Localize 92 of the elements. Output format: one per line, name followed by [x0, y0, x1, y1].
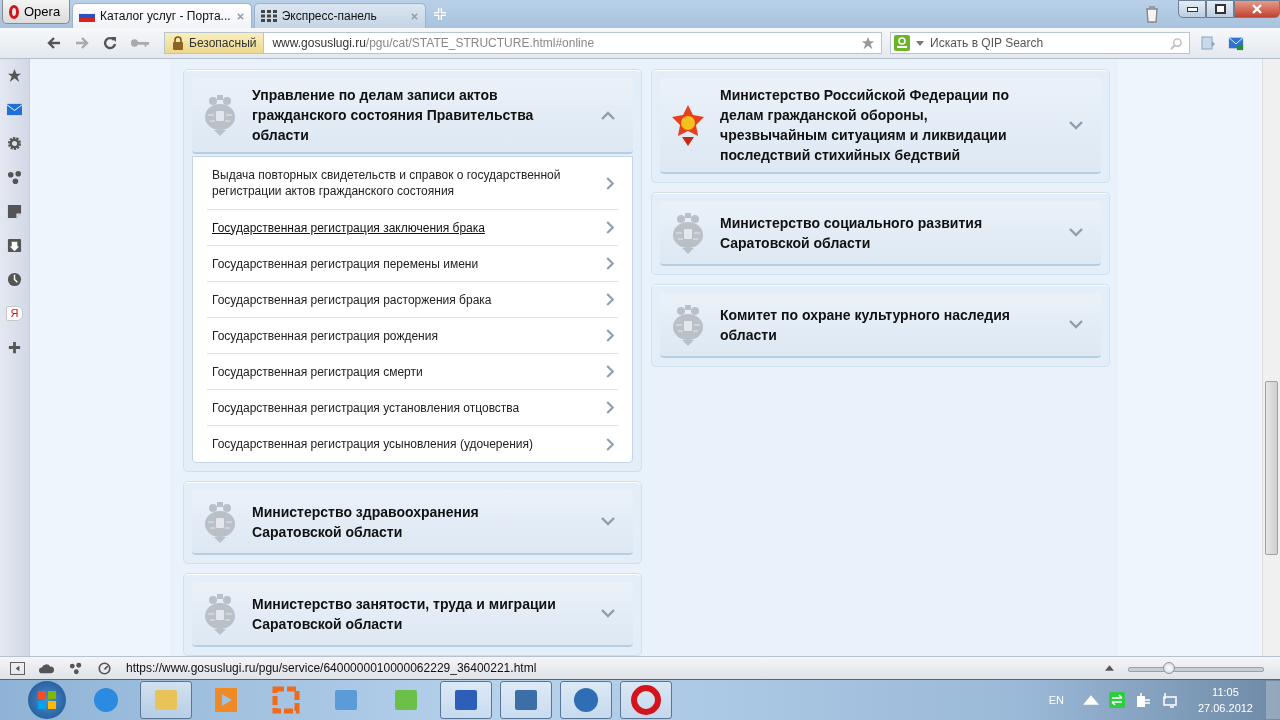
download-icon[interactable] — [7, 238, 22, 253]
taskbar-app[interactable] — [140, 681, 192, 719]
monitor-icon[interactable] — [1160, 692, 1177, 708]
zoom-slider-thumb[interactable] — [1162, 662, 1175, 674]
propeller-icon[interactable] — [68, 661, 83, 675]
trash-icon[interactable] — [1144, 5, 1160, 23]
propeller-icon[interactable] — [7, 170, 22, 185]
chevron-right-icon[interactable] — [606, 329, 614, 342]
taskbar-app[interactable] — [560, 681, 612, 719]
star-icon[interactable] — [861, 36, 875, 50]
squares-icon — [271, 685, 301, 715]
start-button[interactable] — [28, 681, 66, 719]
service-link[interactable]: Выдача повторных свидетельств и справок о государственной регистрации актов гражданского состояния — [212, 167, 576, 199]
chevron-down-icon[interactable] — [601, 517, 615, 526]
settings-icon[interactable] — [7, 136, 22, 151]
back-arrow-icon[interactable] — [46, 35, 62, 51]
flag-icon — [79, 10, 95, 22]
plus-icon[interactable] — [7, 340, 22, 355]
service-link[interactable]: Государственная регистрация расторжения брака — [212, 291, 576, 308]
opera-menu-button[interactable]: Opera — [2, 0, 70, 24]
browser-tab[interactable]: Каталог услуг - Порта... — [72, 3, 252, 28]
close-icon[interactable] — [409, 11, 419, 21]
o-ring-icon — [631, 685, 661, 715]
network-arrows-icon[interactable] — [1108, 692, 1125, 708]
department-header[interactable]: Министерство Российской Федерации по делам гражданской обороны, чрезвычайным ситуациям и ликвидации последствий стихийных бедствий — [660, 78, 1101, 174]
chevron-right-icon[interactable] — [606, 365, 614, 378]
service-link[interactable]: Государственная регистрация усыновления (удочерения) — [212, 436, 576, 452]
status-url: https://www.gosuslugi.ru/pgu/service/6400000010000062229_36400221.html — [126, 661, 538, 675]
star-icon[interactable] — [7, 68, 22, 83]
page-icon[interactable] — [1200, 35, 1216, 51]
department-title: Комитет по охране культурного наследия области — [720, 305, 1011, 345]
show-desktop-button[interactable] — [1265, 681, 1280, 719]
department-header[interactable]: Комитет по охране культурного наследия области — [660, 293, 1101, 358]
close-icon — [1251, 4, 1263, 14]
chevron-right-icon[interactable] — [606, 257, 614, 270]
department-header[interactable]: Министерство занятости, труда и миграции Саратовской области — [192, 582, 633, 647]
department-header[interactable]: Министерство социального развития Саратовской области — [660, 201, 1101, 266]
minimize-button[interactable] — [1178, 0, 1206, 18]
scrollbar[interactable] — [1262, 59, 1280, 656]
taskbar-app[interactable] — [440, 681, 492, 719]
mail-icon[interactable] — [1228, 35, 1244, 51]
reload-icon[interactable] — [102, 35, 118, 51]
service-link[interactable]: Государственная регистрация рождения — [212, 327, 576, 344]
service-link[interactable]: Государственная регистрация установления отцовства — [212, 399, 576, 416]
close-icon[interactable] — [235, 11, 245, 21]
service-link[interactable]: Государственная регистрация перемены имени — [212, 255, 576, 272]
panel-toggle-icon[interactable] — [10, 661, 25, 675]
chevron-right-icon[interactable] — [606, 293, 614, 306]
grid-icon — [260, 10, 277, 22]
department-title: Министерство здравоохранения Саратовской области — [252, 502, 480, 542]
search-field[interactable]: Искать в QIP Search — [890, 32, 1190, 54]
speedometer-icon[interactable] — [97, 661, 112, 675]
chevron-up-icon[interactable] — [601, 110, 615, 120]
key-icon[interactable] — [130, 37, 150, 49]
search-icon[interactable] — [1170, 36, 1183, 50]
chevron-right-icon[interactable] — [606, 437, 614, 451]
restore-button[interactable] — [1206, 0, 1234, 18]
department-header[interactable]: Министерство здравоохранения Саратовской области — [192, 490, 633, 555]
zoom-slider[interactable] — [1128, 661, 1264, 675]
scrollbar-thumb[interactable] — [1265, 381, 1278, 555]
taskbar-app[interactable] — [500, 681, 552, 719]
qip-logo-icon — [894, 35, 910, 51]
service-link[interactable]: Государственная регистрация заключения брака — [212, 219, 576, 236]
chevron-right-icon[interactable] — [606, 221, 614, 234]
chevron-right-icon[interactable] — [606, 401, 614, 414]
department-header[interactable]: Управление по делам записи актов гражданского состояния Правительства области — [192, 78, 633, 154]
dropdown-caret-icon[interactable] — [916, 40, 924, 46]
mail-icon[interactable] — [7, 102, 22, 117]
close-button[interactable] — [1234, 0, 1280, 18]
url-text: www.gosuslugi.ru/pgu/cat/STATE_STRUCTURE.html#online — [272, 36, 596, 50]
department-title: Министерство Российской Федерации по делам гражданской обороны, чрезвычайным ситуациям и ликвидации последствий стихийных бедствий — [720, 86, 1011, 165]
chevron-down-icon[interactable] — [601, 609, 615, 618]
address-field[interactable]: Безопасный www.gosuslugi.ru/pgu/cat/STATE_STRUCTURE.html#online — [164, 32, 882, 54]
chevron-right-icon[interactable] — [606, 176, 614, 190]
caret-up-icon[interactable] — [1105, 665, 1114, 671]
chevron-down-icon[interactable] — [1069, 228, 1083, 237]
forward-arrow-icon[interactable] — [74, 35, 90, 51]
clock-icon[interactable] — [7, 272, 22, 287]
browser-tab[interactable]: Экспресс-панель — [253, 3, 426, 28]
cloud-icon[interactable] — [39, 661, 54, 675]
plug-icon[interactable] — [1134, 692, 1151, 708]
department-title: Министерство занятости, труда и миграции Саратовской области — [252, 594, 557, 634]
chevron-down-icon[interactable] — [1069, 120, 1083, 130]
department-title: Министерство социального развития Саратовской области — [720, 213, 984, 253]
chevron-down-icon[interactable] — [1069, 320, 1083, 329]
note-icon[interactable] — [7, 204, 22, 219]
security-badge[interactable]: Безопасный — [165, 33, 265, 53]
yandex-button[interactable]: Я — [5, 306, 24, 321]
taskbar-app[interactable] — [620, 681, 672, 719]
department-title: Управление по делам записи актов гражданского состояния Правительства области — [252, 86, 535, 145]
four-squares-icon — [37, 690, 57, 710]
service-link[interactable]: Государственная регистрация смерти — [212, 363, 576, 380]
